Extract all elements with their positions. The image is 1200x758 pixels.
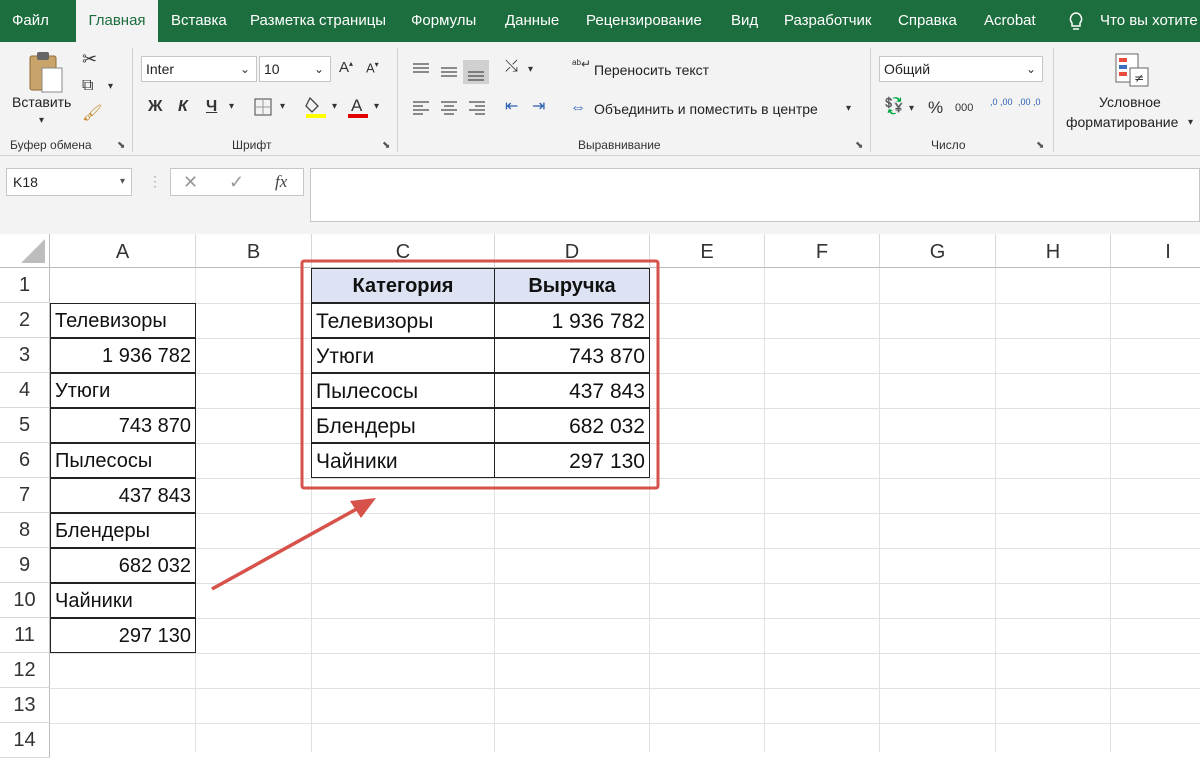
insert-function-button[interactable]: fx [275, 172, 287, 192]
paste-icon[interactable] [26, 50, 64, 94]
group-divider [870, 48, 871, 152]
tab-data[interactable]: Данные [505, 0, 559, 42]
group-divider [397, 48, 398, 152]
paste-button-label[interactable]: Вставить [12, 94, 71, 110]
merge-center-button[interactable]: Объединить и поместить в центре [594, 101, 818, 117]
merge-center-icon[interactable]: ⇔ [570, 100, 586, 116]
lightbulb-icon[interactable] [1068, 11, 1084, 33]
font-size-value: 10 [264, 61, 280, 77]
formula-input[interactable] [310, 168, 1200, 222]
name-box[interactable]: K18 ▾ [6, 168, 132, 196]
svg-text:≠: ≠ [1134, 71, 1144, 85]
conditional-formatting-label-1[interactable]: Условное [1099, 94, 1161, 110]
conditional-formatting-icon[interactable]: ≠ [1114, 52, 1150, 88]
vertical-align-icons[interactable] [411, 60, 491, 84]
font-color-icon[interactable]: A [347, 94, 369, 120]
decrease-font-icon[interactable]: A▾ [366, 61, 379, 75]
paste-dropdown-icon[interactable]: ▾ [39, 116, 44, 126]
worksheet-grid[interactable]: A B C D E F G H I 1 2 3 4 5 6 7 8 9 10 1… [0, 234, 1200, 758]
wrap-text-button[interactable]: Переносить текст [594, 62, 709, 78]
horizontal-align-icons[interactable] [411, 100, 491, 116]
increase-indent-icon[interactable]: ⇥ [532, 99, 545, 115]
copy-dropdown-icon[interactable]: ▾ [108, 82, 113, 92]
tab-developer[interactable]: Разработчик [784, 0, 871, 42]
name-box-dropdown-icon[interactable]: ▾ [120, 169, 125, 195]
font-launcher-icon[interactable]: ⬊ [382, 140, 390, 151]
chevron-down-icon: ⌄ [1025, 62, 1036, 76]
annotation-arrow-line [211, 504, 363, 591]
increase-font-icon[interactable]: A▴ [339, 60, 353, 76]
menu-bar: Файл Главная Вставка Разметка страницы Ф… [0, 0, 1200, 42]
percent-button[interactable]: % [928, 99, 943, 116]
tab-view[interactable]: Вид [731, 0, 758, 42]
font-name-select[interactable]: Inter ⌄ [141, 56, 257, 82]
alignment-launcher-icon[interactable]: ⬊ [855, 140, 863, 151]
bold-button[interactable]: Ж [148, 99, 162, 115]
copy-icon[interactable]: ⧉ [82, 78, 93, 94]
font-name-value: Inter [146, 61, 175, 77]
borders-icon[interactable] [254, 98, 272, 116]
group-divider [1053, 48, 1054, 152]
arrow-head-icon [350, 498, 376, 518]
borders-dropdown-icon[interactable]: ▾ [280, 102, 285, 112]
merge-dropdown-icon[interactable]: ▾ [846, 104, 851, 114]
conditional-formatting-label-2[interactable]: форматирование [1066, 114, 1178, 130]
font-size-select[interactable]: 10 ⌄ [259, 56, 331, 82]
tab-file[interactable]: Файл [12, 0, 49, 42]
fill-color-icon[interactable] [305, 94, 327, 120]
formula-bar: K18 ▾ ⋮ ✕ ✓ fx [0, 156, 1200, 234]
thousands-separator-button[interactable]: 000 [955, 103, 973, 114]
name-box-value: K18 [13, 174, 38, 190]
chevron-down-icon: ⌄ [239, 62, 250, 76]
number-format-value: Общий [884, 61, 931, 77]
number-group-label: Число [931, 138, 966, 152]
tab-help[interactable]: Справка [898, 0, 957, 42]
tab-insert[interactable]: Вставка [171, 0, 227, 42]
fill-color-dropdown-icon[interactable]: ▾ [332, 102, 337, 112]
cancel-icon[interactable]: ✕ [183, 172, 198, 193]
number-launcher-icon[interactable]: ⬊ [1036, 140, 1044, 151]
tell-me-search[interactable]: Что вы хотите [1100, 0, 1198, 42]
clipboard-group-label: Буфер обмена [10, 138, 92, 152]
font-color-dropdown-icon[interactable]: ▾ [374, 102, 379, 112]
decrease-indent-icon[interactable]: ⇤ [505, 99, 518, 115]
increase-decimal-button[interactable]: ,0 ,00 [990, 97, 1014, 107]
underline-dropdown-icon[interactable]: ▾ [229, 102, 234, 112]
format-painter-icon[interactable]: 🖌 [82, 106, 102, 122]
highlight-rectangle [300, 259, 660, 490]
enter-icon[interactable]: ✓ [229, 172, 244, 193]
tab-page-layout[interactable]: Разметка страницы [250, 0, 386, 42]
ribbon: Вставить ▾ ✂ ⧉ ▾ 🖌 Буфер обмена ⬊ Inter ⌄… [0, 42, 1200, 156]
tab-formulas[interactable]: Формулы [411, 0, 476, 42]
conditional-formatting-dropdown-icon[interactable]: ▾ [1188, 118, 1193, 128]
svg-text:A: A [351, 96, 363, 115]
annotation-overlay [211, 259, 660, 591]
orientation-icon[interactable]: ⤯ [505, 59, 518, 75]
alignment-group-label: Выравнивание [578, 138, 661, 152]
wrap-text-icon[interactable]: ᵃᵇ↵ [572, 58, 591, 70]
orientation-dropdown-icon[interactable]: ▾ [528, 65, 533, 75]
underline-button[interactable]: Ч [206, 99, 217, 115]
formula-bar-grip-icon: ⋮ [148, 173, 162, 189]
tab-home[interactable]: Главная [76, 0, 158, 42]
tab-acrobat[interactable]: Acrobat [984, 0, 1036, 42]
decrease-decimal-button[interactable]: ,00 ,0 [1018, 97, 1042, 107]
chevron-down-icon: ⌄ [313, 62, 324, 76]
tab-review[interactable]: Рецензирование [586, 0, 702, 42]
accounting-dropdown-icon[interactable]: ▾ [909, 104, 914, 114]
italic-button[interactable]: К [178, 99, 188, 115]
formula-buttons: ✕ ✓ fx [170, 168, 304, 196]
number-format-select[interactable]: Общий ⌄ [879, 56, 1043, 82]
cut-icon[interactable]: ✂ [82, 50, 97, 68]
font-group-label: Шрифт [232, 138, 272, 152]
group-divider [132, 48, 133, 152]
clipboard-launcher-icon[interactable]: ⬊ [117, 140, 125, 151]
accounting-format-icon[interactable]: 💱 [884, 99, 904, 115]
